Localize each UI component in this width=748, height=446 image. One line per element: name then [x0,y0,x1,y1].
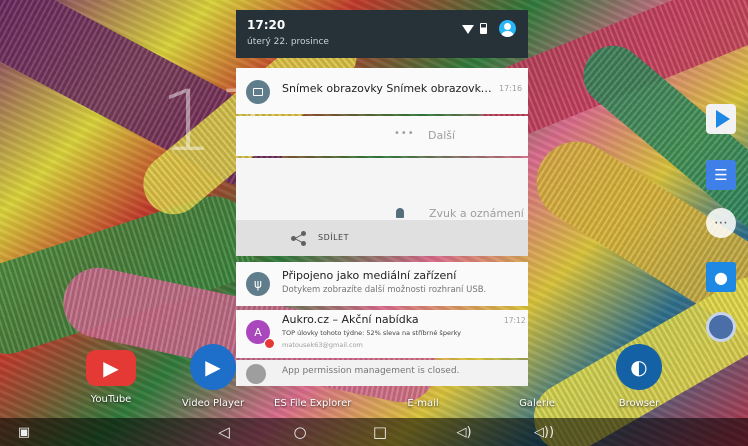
screenshot-icon[interactable]: ▣ [10,422,38,442]
notification-time: 17:16 [499,84,523,93]
navigation-bar: ▣ ◁ ○ □ ◁) ◁)) [0,418,748,446]
dock-label: YouTube [90,394,132,405]
notification-text: Dotykem zobrazíte další možnosti rozhran… [282,285,487,295]
dock-label: Browser [618,398,660,409]
youtube-icon: ▶ [86,350,136,386]
apps-icon[interactable]: ⋯ [706,208,736,238]
recent-apps-icon[interactable]: □ [366,422,394,442]
status-time: 17:20 [247,18,286,32]
usb-icon: ψ [246,272,270,296]
notification-text: TOP úlovky tohoto týdne: 52% sleva na st… [282,329,461,337]
back-icon[interactable]: ◁ [210,422,238,442]
notification-title: Připojeno jako mediální zařízení [282,269,457,282]
home-icon[interactable]: ○ [286,422,314,442]
notification-title: Snímek obrazovky Snímek obrazovky… [282,82,494,95]
bell-icon [396,208,404,218]
browser-icon: ◐ [616,344,662,390]
share-icon [291,231,307,246]
lock-icon [246,364,266,384]
docs-icon[interactable]: ☰ [706,160,736,190]
volume-up-icon[interactable]: ◁)) [530,422,558,442]
notification-usb[interactable]: ψ Připojeno jako mediální zařízení Dotyk… [236,262,528,306]
share-button-label: SDÍLET [318,233,349,242]
notification-text: App permission management is closed. [282,366,460,376]
gmail-badge-icon [264,338,275,349]
dock-label: Galerie [519,398,555,409]
image-icon [246,80,270,104]
contacts-icon[interactable]: ● [706,262,736,292]
notification-account: matousek63@gmail.com [282,341,363,349]
notification-shade-header[interactable]: 17:20 úterý 22. prosince [236,10,528,58]
more-dots-icon: ••• [394,128,415,139]
notification-more-row[interactable]: ••• Další [236,116,528,156]
dock-label: Video Player [181,398,245,409]
notification-time: 17:12 [504,316,526,325]
notification-screenshot[interactable]: Snímek obrazovky Snímek obrazovky… 17:16 [236,68,528,114]
wifi-icon [462,25,474,34]
notification-aukro[interactable]: A Aukro.cz – Akční nabídka 17:12 TOP úlo… [236,310,528,358]
status-date: úterý 22. prosince [247,37,329,47]
notification-title: Aukro.cz – Akční nabídka [282,313,419,326]
user-avatar-icon[interactable] [499,20,516,37]
play-store-icon[interactable] [706,104,736,134]
notification-permission[interactable]: App permission management is closed. [236,360,528,386]
dock-label: E-mail [407,398,439,409]
more-button[interactable]: Další [428,129,455,142]
camera-icon[interactable] [706,312,736,342]
dock-item-browser[interactable]: ◐ Browser [606,344,672,409]
battery-icon [480,23,487,34]
sound-notification-label: Zvuk a oznámení [429,207,524,220]
share-action[interactable]: SDÍLET [236,220,528,256]
video-player-icon: ▶ [190,344,236,390]
dock-item-youtube[interactable]: ▶ YouTube [78,344,144,405]
dock-label: ES File Explorer [274,398,352,409]
screenshot-preview[interactable]: Zvuk a oznámení [236,158,528,220]
volume-down-icon[interactable]: ◁) [450,422,478,442]
